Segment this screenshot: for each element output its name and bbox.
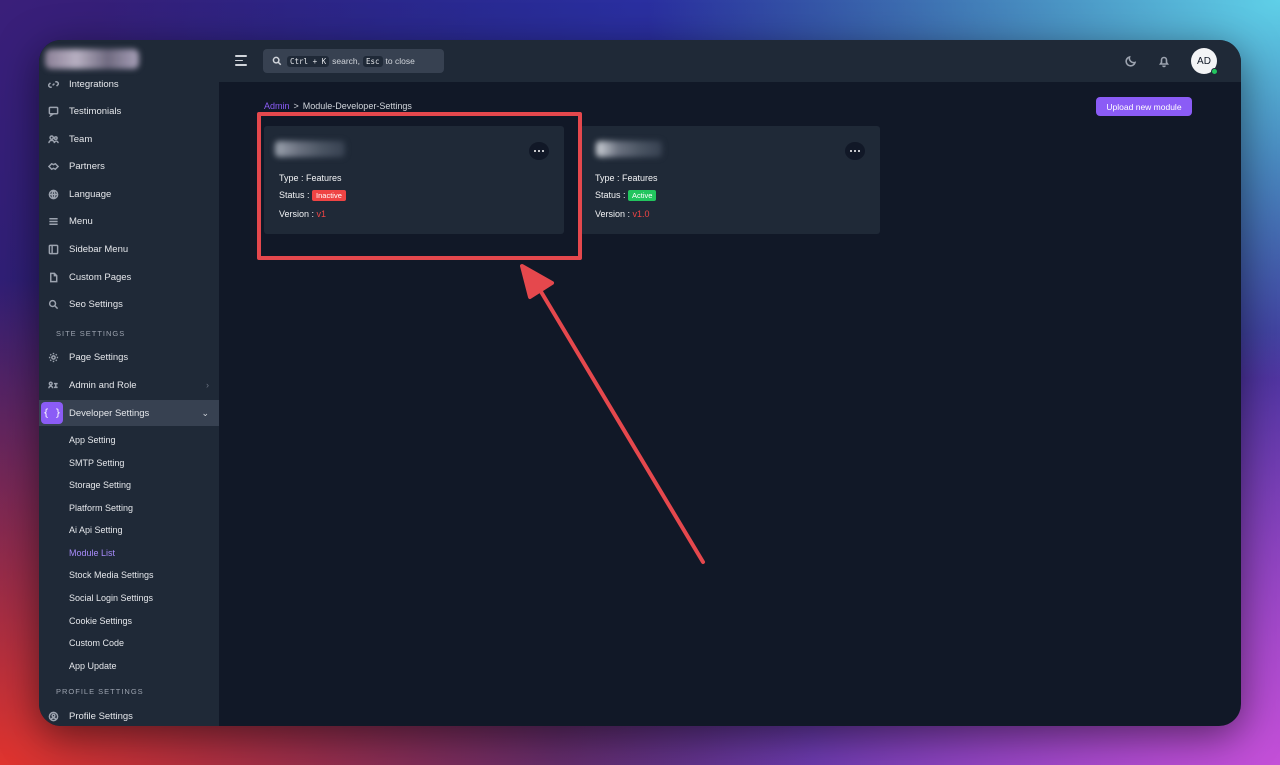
status-label: Status : (595, 190, 626, 200)
chevron-down-icon: ⌄ (201, 407, 209, 418)
type-value: Features (622, 173, 658, 183)
search-input[interactable]: Ctrl + K search, Esc to close (263, 49, 444, 73)
sidebar-item-seo-settings[interactable]: Seo Settings (39, 291, 219, 317)
sidebar-item-sidebar-menu[interactable]: Sidebar Menu (39, 236, 219, 262)
sidebar-item-label: Integrations (69, 78, 119, 90)
sidebar-item-label: Custom Pages (69, 271, 132, 283)
breadcrumb-root-link[interactable]: Admin (264, 101, 290, 111)
sidebar-item-partners[interactable]: Partners (39, 153, 219, 179)
sidebar-subitem-ai-api-setting[interactable]: Ai Api Setting (69, 525, 123, 535)
code-braces-icon: { } (41, 402, 63, 424)
sidebar-subitem-app-setting[interactable]: App Setting (69, 435, 116, 445)
gear-icon (47, 351, 59, 363)
sidebar-item-label: Admin and Role (69, 379, 137, 391)
search-icon (272, 56, 282, 66)
type-label: Type : (595, 173, 620, 183)
sidebar-subitem-custom-code[interactable]: Custom Code (69, 638, 124, 648)
search-icon (47, 298, 59, 310)
avatar[interactable]: AD (1191, 48, 1218, 75)
sidebar-item-integrations[interactable]: Integrations (39, 71, 219, 97)
user-circle-icon (47, 710, 59, 722)
breadcrumb-separator: > (293, 101, 299, 111)
section-label-site-settings: SITE SETTINGS (56, 329, 126, 338)
layout-icon (47, 243, 59, 255)
search-hint: to close (385, 56, 415, 66)
module-name-blurred (596, 141, 662, 157)
sidebar: Integrations Testimonials Team Partners … (39, 40, 219, 726)
link-icon (47, 78, 59, 90)
sidebar-subitem-app-update[interactable]: App Update (69, 661, 117, 671)
logo (45, 49, 139, 69)
sidebar-item-label: Menu (69, 215, 93, 227)
sidebar-item-developer-settings[interactable]: { } Developer Settings ⌄ (39, 400, 219, 426)
menu-toggle-icon[interactable] (235, 55, 247, 66)
sidebar-item-label: Language (69, 188, 112, 200)
upload-module-button[interactable]: Upload new module (1096, 97, 1192, 116)
version-label: Version : (595, 209, 631, 219)
file-icon (47, 271, 59, 283)
avatar-initials: AD (1197, 55, 1211, 67)
shortcut-key: Ctrl + K (287, 55, 330, 67)
breadcrumb: Admin > Module-Developer-Settings (264, 101, 412, 111)
handshake-icon (47, 160, 59, 172)
sidebar-item-label: Profile Settings (69, 710, 133, 722)
sidebar-subitem-platform-setting[interactable]: Platform Setting (69, 503, 133, 513)
sidebar-item-label: Seo Settings (69, 298, 123, 310)
more-options-button[interactable] (845, 142, 865, 160)
sidebar-item-testimonials[interactable]: Testimonials (39, 98, 219, 124)
sidebar-subitem-cookie-settings[interactable]: Cookie Settings (69, 616, 132, 626)
annotation-highlight-box (257, 112, 582, 260)
sidebar-subitem-smtp-setting[interactable]: SMTP Setting (69, 458, 124, 468)
app-window: Integrations Testimonials Team Partners … (39, 40, 1241, 726)
shortcut-key: Esc (363, 55, 383, 67)
sidebar-item-label: Partners (69, 160, 105, 172)
sidebar-item-label: Developer Settings (69, 407, 150, 419)
sidebar-item-label: Sidebar Menu (69, 243, 129, 255)
user-network-icon (47, 379, 59, 391)
module-version-row: Version : v1.0 (595, 209, 650, 219)
version-value: v1.0 (632, 209, 650, 219)
topbar: Ctrl + K search, Esc to close AD (219, 40, 1241, 82)
sidebar-subitem-storage-setting[interactable]: Storage Setting (69, 480, 131, 490)
module-card: Type : Features Status : Active Version … (580, 126, 880, 234)
sidebar-item-language[interactable]: Language (39, 181, 219, 207)
sidebar-item-label: Page Settings (69, 351, 129, 363)
globe-icon (47, 188, 59, 200)
module-status-row: Status : Active (595, 190, 657, 201)
sidebar-item-profile-settings[interactable]: Profile Settings (39, 703, 219, 726)
chevron-right-icon: › (206, 380, 209, 390)
section-label-profile-settings: PROFILE SETTINGS (56, 687, 144, 696)
sidebar-item-admin-role[interactable]: Admin and Role › (39, 372, 219, 398)
chat-icon (47, 105, 59, 117)
sidebar-subitem-social-login-settings[interactable]: Social Login Settings (69, 593, 153, 603)
search-hint: search, (332, 56, 360, 66)
sidebar-item-label: Testimonials (69, 105, 122, 117)
moon-icon[interactable] (1124, 54, 1138, 68)
users-icon (47, 133, 59, 145)
module-type-row: Type : Features (595, 173, 658, 183)
sidebar-item-menu[interactable]: Menu (39, 208, 219, 234)
sidebar-item-page-settings[interactable]: Page Settings (39, 344, 219, 370)
sidebar-subitem-module-list[interactable]: Module List (69, 548, 115, 558)
sidebar-subitem-stock-media-settings[interactable]: Stock Media Settings (69, 570, 154, 580)
bell-icon[interactable] (1157, 54, 1171, 68)
sidebar-item-custom-pages[interactable]: Custom Pages (39, 264, 219, 290)
status-badge: Active (628, 190, 657, 201)
online-status-dot (1211, 68, 1218, 75)
sidebar-item-label: Team (69, 133, 93, 145)
menu-icon (47, 215, 59, 227)
sidebar-item-team[interactable]: Team (39, 126, 219, 152)
breadcrumb-current: Module-Developer-Settings (302, 101, 412, 111)
